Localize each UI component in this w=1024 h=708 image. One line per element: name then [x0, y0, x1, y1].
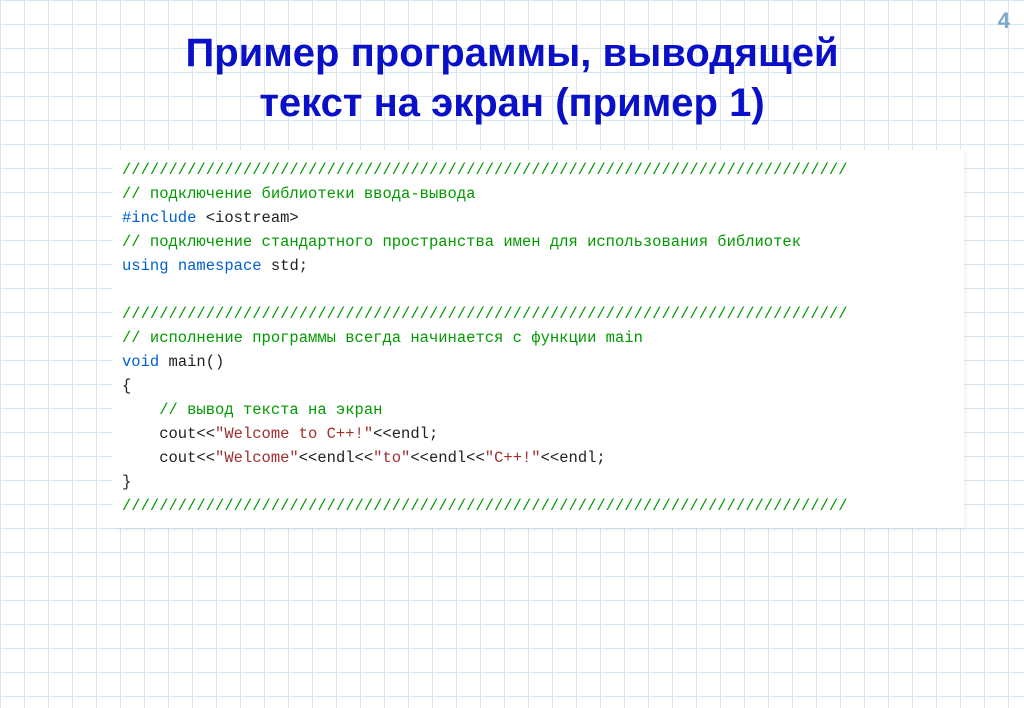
code-include-keyword: #include: [122, 209, 196, 227]
code-cout-1a: cout<<: [122, 425, 215, 443]
code-divider-2: ////////////////////////////////////////…: [122, 305, 848, 323]
code-cout-2m2: <<endl<<: [410, 449, 484, 467]
code-divider-1: ////////////////////////////////////////…: [122, 161, 848, 179]
code-cout-2b: <<endl;: [541, 449, 606, 467]
code-comment-namespace: // подключение стандартного пространства…: [122, 233, 801, 251]
code-block: ////////////////////////////////////////…: [112, 150, 964, 528]
code-string-2a: "Welcome": [215, 449, 299, 467]
code-using-keyword: using: [122, 257, 169, 275]
code-comment-main: // исполнение программы всегда начинаетс…: [122, 329, 643, 347]
code-string-2b: "to": [373, 449, 410, 467]
code-divider-3: ////////////////////////////////////////…: [122, 497, 848, 515]
code-cout-2m1: <<endl<<: [299, 449, 373, 467]
title-line-1: Пример программы, выводящей: [185, 31, 838, 75]
code-std-id: std;: [262, 257, 309, 275]
code-namespace-keyword: namespace: [178, 257, 262, 275]
code-void-keyword: void: [122, 353, 159, 371]
code-brace-close: }: [122, 473, 131, 491]
code-brace-open: {: [122, 377, 131, 395]
code-cout-1b: <<endl;: [373, 425, 438, 443]
code-string-1: "Welcome to C++!": [215, 425, 373, 443]
code-comment-io: // подключение библиотеки ввода-вывода: [122, 185, 475, 203]
code-comment-output: // вывод текста на экран: [122, 401, 382, 419]
code-main-signature: main(): [159, 353, 224, 371]
title-line-2: текст на экран (пример 1): [259, 81, 764, 125]
code-include-header: <iostream>: [196, 209, 298, 227]
code-string-2c: "C++!": [485, 449, 541, 467]
code-cout-2a: cout<<: [122, 449, 215, 467]
slide-title: Пример программы, выводящей текст на экр…: [0, 0, 1024, 128]
